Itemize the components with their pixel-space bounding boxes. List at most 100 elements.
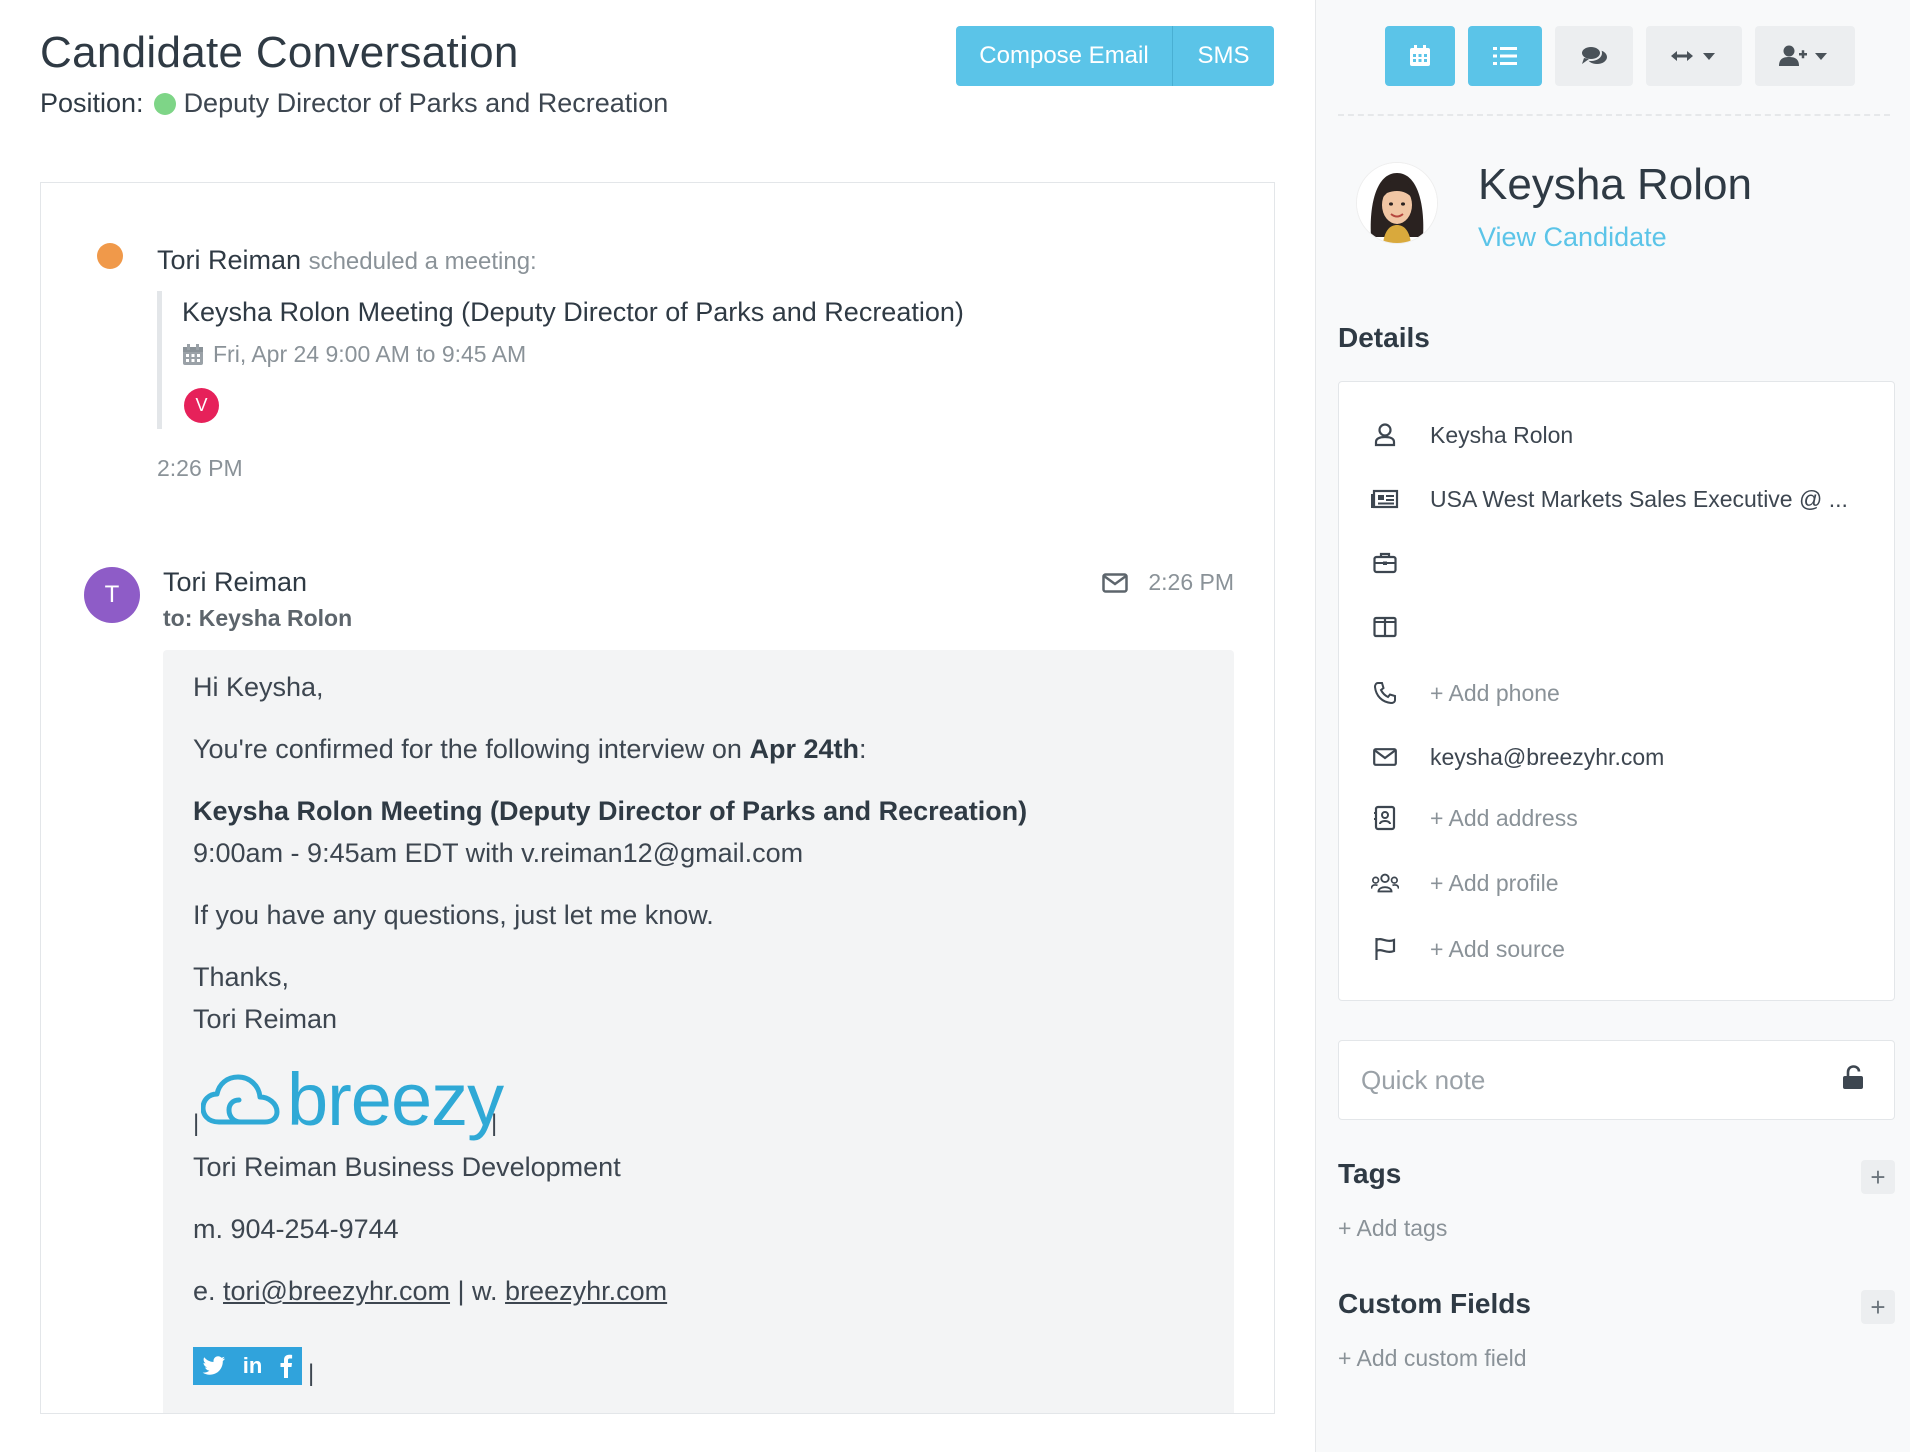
detail-row-name[interactable]: Keysha Rolon	[1339, 415, 1894, 455]
newspaper-icon	[1371, 485, 1399, 513]
candidate-sidebar: Keysha Rolon View Candidate Details Keys…	[1315, 0, 1910, 1452]
quick-note-input[interactable]	[1359, 1059, 1803, 1101]
sms-button[interactable]: SMS	[1173, 26, 1274, 86]
signature-mobile: m. 904-254-9744	[193, 1214, 399, 1244]
detail-headline-text: USA West Markets Sales Executive @ ...	[1430, 485, 1848, 512]
user-plus-icon	[1779, 45, 1827, 66]
add-custom-field-link[interactable]: + Add custom field	[1338, 1345, 1527, 1372]
envelope-icon	[1102, 572, 1129, 593]
email-sender: Tori Reiman	[163, 567, 308, 597]
detail-row-education[interactable]	[1339, 607, 1894, 647]
signature-pipe-social: |	[308, 1360, 315, 1387]
email-questions: If you have any questions, just let me k…	[193, 900, 714, 930]
quick-note-box	[1338, 1040, 1895, 1120]
detail-row-source[interactable]: + Add source	[1339, 929, 1894, 969]
tags-heading: Tags	[1338, 1158, 1402, 1189]
compose-button-group: Compose Email SMS	[956, 26, 1274, 86]
users-icon	[1371, 869, 1399, 897]
add-custom-field-button[interactable]: +	[1861, 1290, 1895, 1324]
add-address-link[interactable]: + Add address	[1430, 805, 1578, 832]
conversation-panel: Tori Reiman scheduled a meeting: Keysha …	[40, 182, 1275, 1414]
book-open-icon	[1371, 613, 1399, 641]
email-meeting-detail: 9:00am - 9:45am EDT with v.reiman12@gmai…	[193, 838, 804, 868]
attendee-avatar[interactable]: V	[184, 388, 219, 423]
list-icon	[1493, 47, 1517, 65]
view-candidate-link[interactable]: View Candidate	[1478, 222, 1667, 253]
email-confirm-line: You're confirmed for the following inter…	[193, 734, 867, 765]
add-phone-link[interactable]: + Add phone	[1430, 680, 1560, 707]
twitter-icon[interactable]	[202, 1356, 226, 1376]
email-meeting-title-text: Keysha Rolon Meeting (Deputy Director of…	[193, 796, 1028, 826]
detail-row-address[interactable]: + Add address	[1339, 798, 1894, 838]
candidate-avatar[interactable]	[1356, 162, 1438, 244]
phone-icon	[1371, 679, 1399, 707]
add-tags-link[interactable]: + Add tags	[1338, 1215, 1447, 1242]
detail-row-email[interactable]: keysha@breezyhr.com	[1339, 737, 1894, 777]
unlock-icon[interactable]	[1842, 1065, 1864, 1096]
add-tag-button[interactable]: +	[1861, 1160, 1895, 1194]
add-source-link[interactable]: + Add source	[1430, 936, 1565, 963]
email-confirm-prefix: You're confirmed for the following inter…	[193, 734, 750, 764]
activity-actor: Tori Reiman	[157, 245, 302, 275]
user-icon	[1371, 421, 1399, 449]
email-meeting-title: Keysha Rolon Meeting (Deputy Director of…	[193, 796, 1027, 827]
main-panel: Candidate Conversation Position: Deputy …	[0, 0, 1315, 1452]
email-time: 2:26 PM	[1148, 569, 1234, 595]
page-title: Candidate Conversation	[40, 28, 519, 77]
email-greeting: Hi Keysha,	[193, 672, 324, 702]
envelope-icon	[1371, 743, 1399, 771]
detail-row-phone[interactable]: + Add phone	[1339, 673, 1894, 713]
meeting-title[interactable]: Keysha Rolon Meeting (Deputy Director of…	[182, 297, 964, 328]
address-book-icon	[1371, 804, 1399, 832]
detail-name-text: Keysha Rolon	[1430, 421, 1574, 448]
position-status-dot	[153, 92, 176, 115]
email-confirm-suffix: :	[858, 734, 867, 764]
candidate-photo	[1357, 163, 1437, 243]
briefcase-icon	[1371, 549, 1399, 577]
meeting-quote-bar	[157, 291, 162, 429]
compose-email-button[interactable]: Compose Email	[956, 26, 1173, 86]
meeting-time: Fri, Apr 24 9:00 AM to 9:45 AM	[182, 341, 526, 368]
position-link[interactable]: Deputy Director of Parks and Recreation	[184, 88, 669, 119]
email-recipient: to: Keysha Rolon	[163, 605, 353, 631]
activity-timestamp: 2:26 PM	[157, 455, 243, 481]
flag-icon	[1371, 935, 1399, 963]
detail-email-text[interactable]: keysha@breezyhr.com	[1430, 744, 1664, 771]
position-label: Position:	[40, 88, 144, 118]
signature-contact-line: e. tori@breezyhr.com | w. breezyhr.com	[193, 1276, 667, 1307]
signature-web-link[interactable]: breezyhr.com	[505, 1276, 667, 1306]
toolbar-divider	[1338, 114, 1890, 116]
signature-pipe-right: |	[491, 1110, 498, 1137]
position-line: Position: Deputy Director of Parks and R…	[40, 88, 668, 119]
facebook-icon[interactable]	[279, 1354, 293, 1378]
detail-row-company[interactable]	[1339, 543, 1894, 583]
email-thanks: Thanks,	[193, 962, 290, 992]
email-meta: 2:26 PM	[1102, 569, 1234, 596]
detail-row-profile[interactable]: + Add profile	[1339, 863, 1894, 903]
toolbar-comments-button[interactable]	[1555, 26, 1633, 86]
toolbar-calendar-button[interactable]	[1385, 26, 1455, 86]
details-heading: Details	[1338, 322, 1430, 353]
sender-avatar: T	[84, 567, 140, 623]
email-confirm-date: Apr 24th	[749, 734, 859, 764]
calendar-icon	[183, 343, 203, 365]
cloud-icon	[201, 1074, 280, 1124]
details-card: Keysha Rolon USA West Markets Sales Exec…	[1338, 381, 1895, 1001]
custom-fields-heading: Custom Fields	[1338, 1288, 1531, 1319]
toolbar-move-dropdown[interactable]	[1646, 26, 1742, 86]
activity-header: Tori Reiman scheduled a meeting:	[157, 245, 537, 276]
breezy-logo[interactable]: breezy	[201, 1057, 504, 1142]
calendar-icon	[1410, 45, 1430, 66]
signature-email-link[interactable]: tori@breezyhr.com	[223, 1276, 450, 1306]
activity-action: scheduled a meeting:	[308, 248, 537, 275]
breezy-logo-text: breezy	[287, 1058, 504, 1141]
toolbar-assign-dropdown[interactable]	[1755, 26, 1855, 86]
arrows-h-icon	[1671, 51, 1715, 61]
linkedin-icon[interactable]: in	[243, 1353, 263, 1379]
add-profile-link[interactable]: + Add profile	[1430, 870, 1559, 897]
signature-pipe-left: |	[193, 1110, 200, 1137]
detail-row-headline[interactable]: USA West Markets Sales Executive @ ...	[1339, 479, 1894, 519]
candidate-name: Keysha Rolon	[1478, 160, 1752, 209]
toolbar-list-button[interactable]	[1468, 26, 1542, 86]
activity-dot	[97, 243, 123, 269]
